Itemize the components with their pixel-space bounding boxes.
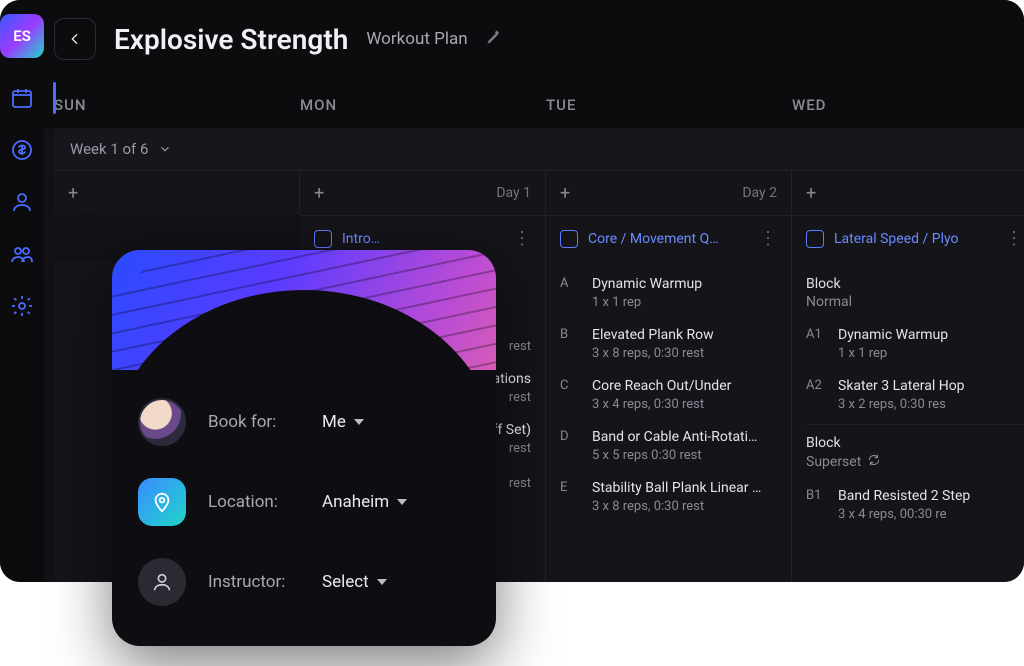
book-for-select[interactable]: Me [322, 412, 364, 432]
block-row: Block Superset [806, 424, 1023, 479]
book-for-label: Book for: [208, 412, 300, 432]
add-cell-tue: + Day 2 [546, 171, 792, 215]
day-headers: SUN MON TUE WED [44, 70, 1024, 128]
more-icon[interactable]: ⋮ [759, 228, 777, 249]
left-sidebar: ES [0, 0, 44, 582]
avatar [138, 398, 186, 446]
edit-icon[interactable] [486, 29, 502, 49]
day-label-mon: Day 1 [496, 185, 531, 201]
day-label-tue: Day 2 [742, 185, 777, 201]
person-icon [138, 558, 186, 606]
week-selector[interactable]: Week 1 of 6 [54, 128, 1024, 171]
add-cell-wed: + [792, 171, 1024, 215]
exercise-row[interactable]: A1 Dynamic Warmup1 x 1 rep [806, 318, 1023, 369]
location-label: Location: [208, 492, 300, 512]
refresh-icon [867, 453, 881, 471]
booking-rows: Book for: Me Location: Anaheim Instructo… [112, 370, 496, 606]
checkbox-icon[interactable] [806, 230, 824, 248]
caret-down-icon [397, 499, 407, 505]
workout-title-wed[interactable]: Lateral Speed / Plyo ⋮ [792, 215, 1024, 261]
add-workout-sun[interactable]: + [68, 183, 78, 204]
add-cell-sun: + [54, 171, 300, 215]
nav-billing-icon[interactable] [0, 128, 44, 172]
day-header-wed: WED [792, 96, 1024, 114]
exercise-row[interactable]: A2 Skater 3 Lateral Hop3 x 2 reps, 0:30 … [806, 369, 1023, 420]
exercise-row[interactable]: A Dynamic Warmup1 x 1 rep [560, 267, 777, 318]
week-selector-label: Week 1 of 6 [70, 140, 148, 158]
add-workout-tue[interactable]: + [560, 183, 570, 204]
day-header-sun: SUN [54, 96, 300, 114]
back-button[interactable] [54, 18, 96, 60]
instructor-label: Instructor: [208, 572, 300, 592]
nav-calendar-icon[interactable] [0, 76, 44, 120]
booking-card: Book for: Me Location: Anaheim Instructo… [112, 250, 496, 646]
nav-settings-icon[interactable] [0, 284, 44, 328]
location-pin-icon [138, 478, 186, 526]
book-for-row: Book for: Me [138, 398, 470, 446]
block-row: Block Normal [806, 267, 1023, 318]
workout-title-tue[interactable]: Core / Movement Q… ⋮ [546, 215, 792, 261]
exercise-row[interactable]: C Core Reach Out/Under3 x 4 reps, 0:30 r… [560, 369, 777, 420]
workout-title-text: Core / Movement Q… [588, 231, 749, 247]
checkbox-icon[interactable] [560, 230, 578, 248]
caret-down-icon [377, 579, 387, 585]
workout-title-text: Lateral Speed / Plyo [834, 231, 995, 247]
chevron-down-icon [158, 142, 172, 156]
exercise-row[interactable]: B Elevated Plank Row3 x 8 reps, 0:30 res… [560, 318, 777, 369]
workout-title-text: Intro… [342, 231, 503, 247]
nav-team-icon[interactable] [0, 232, 44, 276]
exercise-row[interactable]: B1 Band Resisted 2 Step3 x 4 reps, 00:30… [806, 479, 1023, 530]
booking-hero [112, 250, 496, 370]
day-header-mon: MON [300, 96, 546, 114]
caret-down-icon [354, 419, 364, 425]
page-title: Explosive Strength [114, 23, 348, 56]
day-header-tue: TUE [546, 96, 792, 114]
more-icon[interactable]: ⋮ [1005, 228, 1023, 249]
add-day-row: + + Day 1 + Day 2 + [54, 171, 1024, 215]
more-icon[interactable]: ⋮ [513, 228, 531, 249]
instructor-row: Instructor: Select [138, 558, 470, 606]
location-row: Location: Anaheim [138, 478, 470, 526]
instructor-select[interactable]: Select [322, 572, 387, 592]
add-workout-mon[interactable]: + [314, 183, 324, 204]
add-cell-mon: + Day 1 [300, 171, 546, 215]
exercise-row[interactable]: D Band or Cable Anti-Rotati…5 x 5 reps 0… [560, 420, 777, 471]
exercise-col-tue: A Dynamic Warmup1 x 1 rep B Elevated Pla… [546, 261, 792, 582]
nav-profile-icon[interactable] [0, 180, 44, 224]
location-select[interactable]: Anaheim [322, 492, 407, 512]
page-header: Explosive Strength Workout Plan [44, 0, 1024, 70]
page-subtitle: Workout Plan [366, 29, 467, 49]
exercise-row[interactable]: E Stability Ball Plank Linear …3 x 8 rep… [560, 471, 777, 522]
app-logo: ES [0, 14, 44, 58]
add-workout-wed[interactable]: + [806, 183, 816, 204]
checkbox-icon[interactable] [314, 230, 332, 248]
exercise-col-wed: Block Normal A1 Dynamic Warmup1 x 1 rep … [792, 261, 1024, 582]
